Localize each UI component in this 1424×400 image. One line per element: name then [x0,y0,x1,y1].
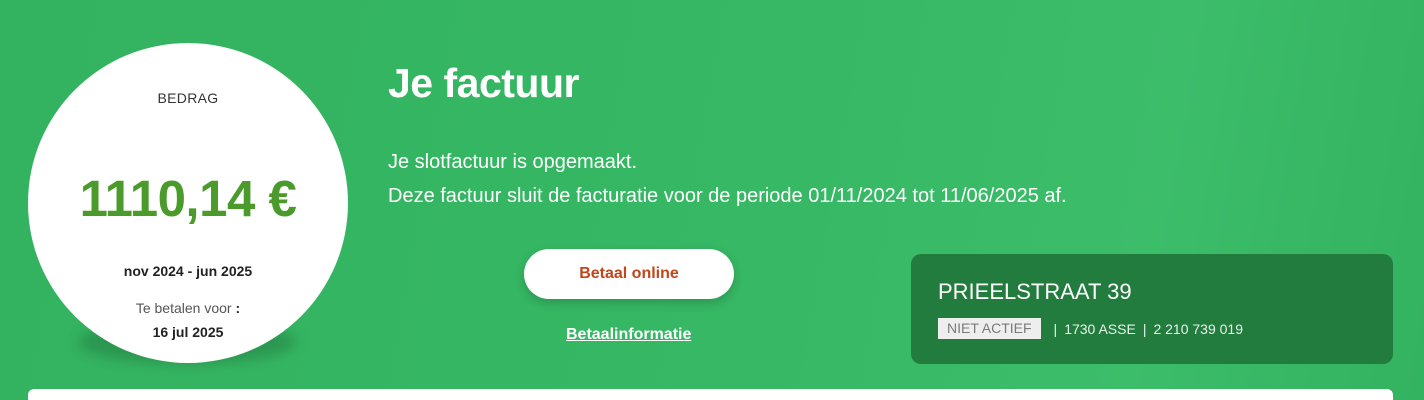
address-meta: NIET ACTIEF | 1730 ASSE | 2 210 739 019 [938,318,1243,339]
invoice-description: Je slotfactuur is opgemaakt. Deze factuu… [388,145,1067,213]
address-card[interactable]: PRIEELSTRAAT 39 NIET ACTIEF | 1730 ASSE … [911,254,1393,364]
billing-period: nov 2024 - jun 2025 [123,263,253,279]
status-badge: NIET ACTIEF [938,318,1041,339]
due-label-colon: : [235,300,241,316]
page-title: Je factuur [388,60,579,106]
address-city: 1730 ASSE [1064,320,1136,337]
payment-info-link[interactable]: Betaalinformatie [566,326,691,344]
pay-online-button[interactable]: Betaal online [524,249,734,299]
amount-value: 1110,14 € [79,170,297,227]
separator: | [1053,320,1058,337]
invoice-description-line2: Deze factuur sluit de facturatie voor de… [388,185,1067,207]
due-date: 16 jul 2025 [152,324,224,340]
due-label-text: Te betalen voor [135,300,232,316]
invoice-description-line1: Je slotfactuur is opgemaakt. [388,151,638,173]
due-label: Te betalen voor : [28,300,348,316]
address-street: PRIEELSTRAAT 39 [938,279,1132,304]
ean-number: 2 210 739 019 [1153,320,1243,337]
content-panel [28,389,1393,400]
separator: | [1142,320,1147,337]
amount-card: BEDRAG 1110,14 € nov 2024 - jun 2025 Te … [28,43,348,363]
amount-label: BEDRAG [157,90,219,106]
